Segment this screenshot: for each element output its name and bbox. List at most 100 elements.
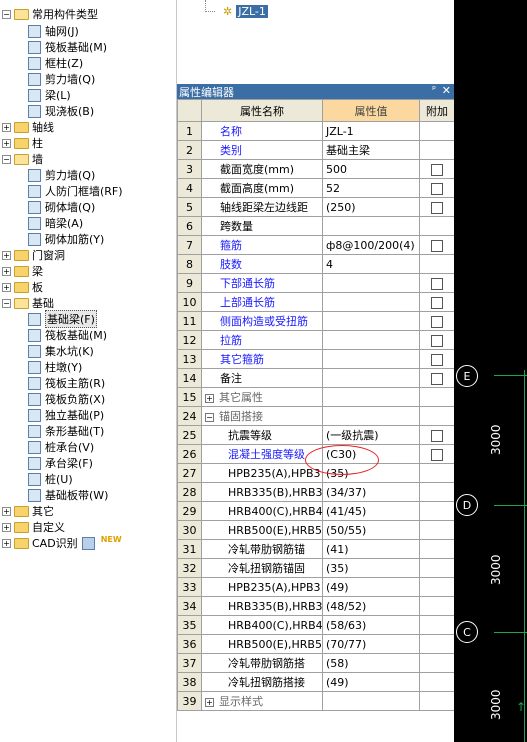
property-value[interactable] [322,368,420,388]
property-value[interactable]: (49) [322,672,420,692]
property-value[interactable] [322,406,420,426]
expand-icon[interactable]: + [2,506,11,516]
property-row[interactable]: 37 冷轧带肋钢筋搭 (58) [177,653,455,673]
property-value[interactable] [322,691,420,711]
hidden-beam-icon [28,216,41,230]
property-value[interactable] [322,311,420,331]
property-row[interactable]: 33 HPB235(A),HPB3 (49) [177,577,455,597]
expand-icon[interactable]: + [2,538,11,548]
extra-checkbox[interactable] [431,182,443,195]
property-value[interactable]: (一级抗震) [322,425,420,445]
property-row[interactable]: 35 HRB400(C),HRB4 (58/63) [177,615,455,635]
extra-checkbox[interactable] [431,315,443,328]
property-extra [419,558,455,578]
property-value[interactable]: (50/55) [322,520,420,540]
property-value[interactable]: (70/77) [322,634,420,654]
property-value[interactable] [322,273,420,293]
extra-checkbox[interactable] [431,239,443,252]
property-value[interactable]: 52 [322,178,420,198]
extra-checkbox[interactable] [431,201,443,214]
property-value[interactable]: 4 [322,254,420,274]
extra-checkbox[interactable] [431,372,443,385]
property-value[interactable] [322,349,420,369]
extra-checkbox[interactable] [431,277,443,290]
property-value[interactable] [322,216,420,236]
property-row[interactable]: 3 截面宽度(mm) 500 [177,159,455,179]
property-value[interactable]: 500 [322,159,420,179]
extra-checkbox[interactable] [431,429,443,442]
property-row[interactable]: 29 HRB400(C),HRB4 (41/45) [177,501,455,521]
collapse-icon[interactable]: − [205,413,214,422]
row-number: 37 [177,653,202,673]
property-row[interactable]: 2 类别 基础主梁 [177,140,455,160]
expand-icon[interactable]: + [2,138,11,148]
property-value[interactable]: JZL-1 [322,121,420,141]
extra-checkbox[interactable] [431,448,443,461]
property-row[interactable]: 1 名称 JZL-1 [177,121,455,141]
property-row[interactable]: 6 跨数量 [177,216,455,236]
property-value[interactable]: (58/63) [322,615,420,635]
property-value[interactable]: (250) [322,197,420,217]
property-value[interactable] [322,387,420,407]
sump-icon [28,344,41,358]
extra-checkbox[interactable] [431,334,443,347]
property-row[interactable]: 9 下部通长筋 [177,273,455,293]
folder-icon [14,537,29,549]
property-row[interactable]: 15 + 其它属性 [177,387,455,407]
property-value[interactable]: (49) [322,577,420,597]
property-row[interactable]: 5 轴线距梁左边线距 (250) [177,197,455,217]
property-value[interactable] [322,292,420,312]
drawing-canvas[interactable]: E D C ↑ [454,0,527,742]
property-row[interactable]: 12 拉筋 [177,330,455,350]
pin-icon[interactable]: ᵖ [432,85,436,95]
property-extra [419,596,455,616]
property-value[interactable]: (41/45) [322,501,420,521]
property-value[interactable] [322,330,420,350]
property-row[interactable]: 13 其它箍筋 [177,349,455,369]
property-row[interactable]: 36 HRB500(E),HRB5 (70/77) [177,634,455,654]
property-row[interactable]: 10 上部通长筋 [177,292,455,312]
property-value[interactable]: (48/52) [322,596,420,616]
property-row[interactable]: 30 HRB500(E),HRB5 (50/55) [177,520,455,540]
expand-icon[interactable]: + [2,122,11,132]
collapse-icon[interactable]: − [2,154,11,164]
collapse-icon[interactable]: − [2,9,11,19]
property-row[interactable]: 25 抗震等级 (一级抗震) [177,425,455,445]
expand-icon[interactable]: + [2,282,11,292]
property-extra [419,501,455,521]
column-icon [28,56,41,70]
property-value[interactable]: (35) [322,558,420,578]
property-value[interactable]: (34/37) [322,482,420,502]
collapse-icon[interactable]: − [2,298,11,308]
extra-checkbox[interactable] [431,296,443,309]
raft-icon [28,40,41,54]
property-row[interactable]: 11 侧面构造或受扭筋 [177,311,455,331]
property-row[interactable]: 14 备注 [177,368,455,388]
property-row[interactable]: 8 肢数 4 [177,254,455,274]
tree-node-common[interactable]: − 常用构件类型 [2,5,98,23]
extra-checkbox[interactable] [431,163,443,176]
property-row[interactable]: 34 HRB335(B),HRB3 (48/52) [177,596,455,616]
expand-icon[interactable]: + [2,522,11,532]
property-row[interactable]: 39 + 显示样式 [177,691,455,711]
close-icon[interactable]: ✕ [442,84,451,97]
property-value[interactable]: (58) [322,653,420,673]
extra-checkbox[interactable] [431,353,443,366]
property-row[interactable]: 32 冷轧扭钢筋锚固 (35) [177,558,455,578]
component-jzl1[interactable]: ✲ JZL-1 [223,2,268,20]
property-row[interactable]: 28 HRB335(B),HRB3 (34/37) [177,482,455,502]
property-value[interactable]: ф8@100/200(4) [322,235,420,255]
tree-node-cad[interactable]: + CAD识别 NEW [2,534,122,552]
expand-icon[interactable]: + [205,394,214,403]
property-row[interactable]: 7 箍筋 ф8@100/200(4) [177,235,455,255]
property-editor: 属性编辑器 ᵖ ✕ 属性名称 属性值 附加 1 名称 JZL-1 2 类别 基础主梁 3 截面… [177,84,455,742]
property-row[interactable]: 24− 锚固搭接 [177,406,455,426]
expand-icon[interactable]: + [205,698,214,707]
property-row[interactable]: 38 冷轧扭钢筋搭接 (49) [177,672,455,692]
expand-icon[interactable]: + [2,250,11,260]
property-row[interactable]: 4 截面高度(mm) 52 [177,178,455,198]
property-row[interactable]: 31 冷轧带肋钢筋锚 (41) [177,539,455,559]
property-value[interactable]: (41) [322,539,420,559]
expand-icon[interactable]: + [2,266,11,276]
property-value[interactable]: 基础主梁 [322,140,420,160]
